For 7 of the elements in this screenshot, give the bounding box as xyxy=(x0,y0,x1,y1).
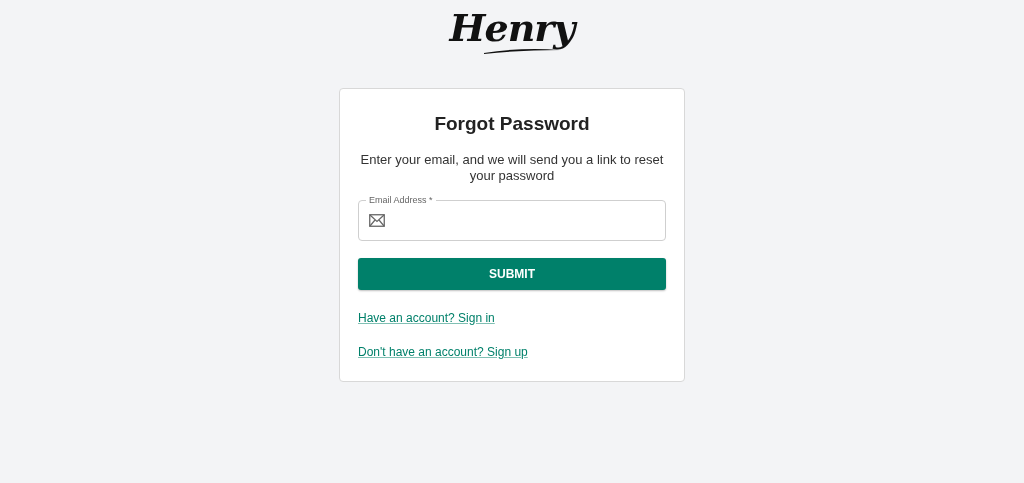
description: Enter your email, and we will send you a link to reset your password xyxy=(359,151,665,184)
form-title: Forgot Password xyxy=(433,113,591,136)
link[interactable]: Don't have an account? Sign up xyxy=(358,342,528,361)
mail-icon xyxy=(369,213,385,227)
link[interactable]: Have an account? Sign in xyxy=(358,308,495,327)
field-label: Email Address * xyxy=(366,193,436,206)
submit-button[interactable]: SUBMIT xyxy=(358,257,666,290)
